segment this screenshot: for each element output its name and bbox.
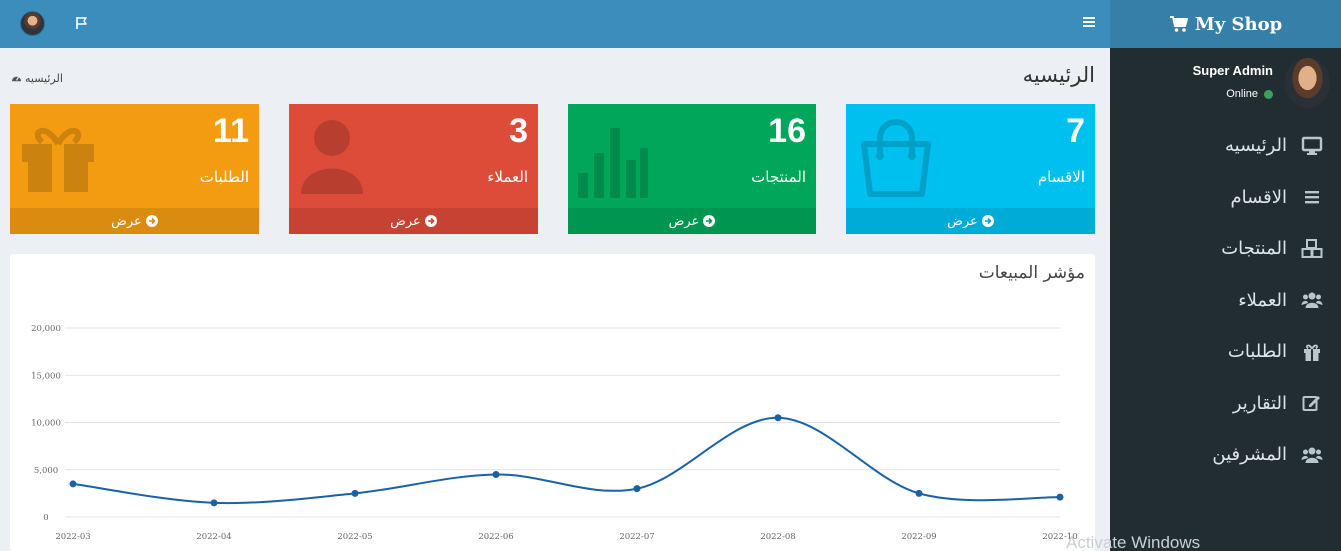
bars-icon <box>1305 191 1319 204</box>
user-status: Online <box>1226 88 1273 100</box>
stat-box-categories: 7 الاقسام عرض <box>846 104 1095 234</box>
stat-more-link[interactable]: عرض <box>289 208 538 234</box>
stat-count: 16 <box>768 112 806 150</box>
y-tick-label: 0 <box>43 513 48 523</box>
data-point <box>633 485 641 493</box>
shopping-bag-icon <box>861 119 931 197</box>
x-tick-label: 2022-07 <box>619 532 654 542</box>
sidebar-item-admins[interactable]: المشرفين <box>1110 429 1341 481</box>
x-tick-label: 2022-09 <box>901 532 936 542</box>
stat-box-orders: 11 الطلبات عرض <box>10 104 259 234</box>
stat-more-link[interactable]: عرض <box>10 208 259 234</box>
sidebar-item-label: التقارير <box>1232 392 1287 414</box>
sales-line-chart: 0 5,000 10,000 15,000 20,000 2022-03 2022-04 20… <box>31 324 1078 542</box>
sidebar-item-products[interactable]: المنتجات <box>1110 223 1341 275</box>
stat-count: 11 <box>213 112 249 150</box>
sidebar-menu: الرئيسيه الاقسام المنتجات العملاء الطلبا… <box>1110 120 1341 481</box>
y-tick-label: 15,000 <box>31 371 61 381</box>
x-tick-label: 2022-08 <box>760 532 795 542</box>
data-point <box>210 499 218 507</box>
logo-text: My Shop <box>1194 13 1283 35</box>
data-point <box>1056 493 1064 501</box>
sidebar-item-label: المنتجات <box>1221 238 1287 260</box>
dashboard-icon <box>11 76 22 82</box>
stat-count: 7 <box>1066 112 1085 150</box>
stat-box-products: 16 المنتجات عرض <box>568 104 816 234</box>
online-status-dot <box>1264 89 1273 99</box>
stat-label: الطلبات <box>199 168 249 186</box>
sidebar-item-reports[interactable]: التقارير <box>1110 378 1341 430</box>
x-tick-label: 2022-03 <box>55 532 90 542</box>
breadcrumb-home[interactable]: الرئيسيه <box>25 72 63 85</box>
users-icon <box>1301 292 1323 309</box>
gift-icon <box>22 128 94 192</box>
activate-windows-watermark: Activate Windows <box>1066 533 1201 551</box>
page-title: الرئيسيه <box>1022 63 1095 87</box>
y-tick-label: 10,000 <box>31 419 61 429</box>
sales-chart-panel: مؤشر المبيعات 0 5,000 10,000 15,000 20,000 20… <box>10 254 1095 551</box>
data-point <box>915 489 923 497</box>
stat-box-customers: 3 العملاء عرض <box>289 104 538 234</box>
sidebar-item-categories[interactable]: الاقسام <box>1110 172 1341 224</box>
stat-more-label: عرض <box>668 213 700 229</box>
arrow-circle-icon <box>424 215 437 227</box>
menu-toggle-button[interactable] <box>1081 15 1097 31</box>
user-name: Super Admin <box>1192 63 1273 78</box>
sidebar-item-home[interactable]: الرئيسيه <box>1110 120 1341 172</box>
avatar[interactable] <box>20 11 45 36</box>
sales-series-line <box>72 416 1061 505</box>
sidebar-item-label: الرئيسيه <box>1225 135 1287 157</box>
arrow-circle-icon <box>981 215 994 227</box>
desktop-icon <box>1301 136 1323 155</box>
user-icon <box>301 120 363 194</box>
bar-chart-icon <box>578 128 648 198</box>
user-avatar <box>1285 58 1330 108</box>
edit-icon <box>1302 396 1320 412</box>
users-icon <box>1301 447 1323 463</box>
stat-more-link[interactable]: عرض <box>846 208 1095 234</box>
cart-icon <box>1169 16 1188 32</box>
x-tick-label: 2022-05 <box>337 532 372 542</box>
sidebar-item-label: العملاء <box>1238 289 1287 311</box>
data-point <box>69 480 77 488</box>
stat-label: الاقسام <box>1037 168 1085 186</box>
x-tick-label: 2022-06 <box>478 532 513 542</box>
sidebar-item-orders[interactable]: الطلبات <box>1110 326 1341 378</box>
cubes-icon <box>1301 238 1323 258</box>
arrow-circle-icon <box>145 215 158 227</box>
stat-more-label: عرض <box>390 213 421 229</box>
y-tick-label: 5,000 <box>34 466 58 476</box>
y-tick-label: 20,000 <box>31 324 61 334</box>
logo[interactable]: My Shop <box>1110 0 1341 48</box>
sidebar-item-customers[interactable]: العملاء <box>1110 275 1341 327</box>
top-navbar <box>0 0 1110 48</box>
user-status-text: Online <box>1226 88 1258 100</box>
stat-more-label: عرض <box>947 213 978 229</box>
arrow-circle-icon <box>703 215 716 227</box>
sidebar: Super Admin Online الرئيسيه الاقسام المن… <box>1110 48 1341 551</box>
x-tick-label: 2022-04 <box>196 532 231 542</box>
sidebar-item-label: المشرفين <box>1212 444 1287 466</box>
gift-icon <box>1304 344 1320 361</box>
stat-more-label: عرض <box>111 213 142 229</box>
sidebar-item-label: الطلبات <box>1227 341 1287 363</box>
stat-count: 3 <box>509 112 528 150</box>
stat-label: المنتجات <box>751 168 806 186</box>
data-point <box>492 470 500 478</box>
sidebar-item-label: الاقسام <box>1230 186 1287 208</box>
data-point <box>351 489 359 497</box>
stat-label: العملاء <box>487 168 528 186</box>
stat-more-link[interactable]: عرض <box>568 208 816 234</box>
breadcrumb[interactable]: الرئيسيه <box>11 72 63 85</box>
flag-icon[interactable] <box>74 15 90 31</box>
data-point <box>774 414 782 422</box>
